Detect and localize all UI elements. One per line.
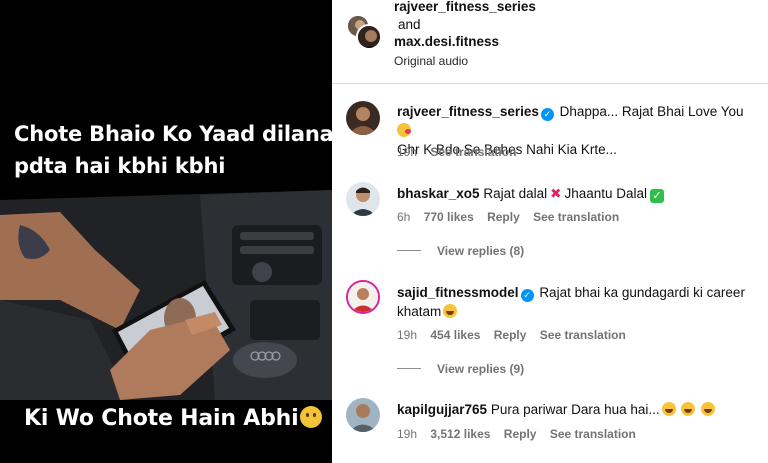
audio-label[interactable]: Original audio — [394, 54, 468, 68]
comment-meta: 19h See translation — [397, 145, 526, 159]
header-connector: and — [398, 17, 421, 32]
avatar[interactable] — [346, 101, 380, 135]
see-translation-button[interactable]: See translation — [533, 210, 619, 224]
comment-username[interactable]: rajveer_fitness_series — [397, 104, 539, 119]
laughing-emoji-icon — [681, 402, 696, 416]
video-caption-bottom: Ki Wo Chote Hain Abhi — [24, 404, 323, 434]
reply-button[interactable]: Reply — [494, 328, 527, 342]
laughing-emoji-icon — [443, 304, 458, 318]
comment-time: 19h — [397, 328, 418, 342]
comment-time: 19h — [397, 145, 418, 159]
comment-likes[interactable]: 3,512 likes — [430, 427, 490, 441]
verified-badge-icon: ✓ — [540, 108, 554, 121]
video-caption-bottom-text: Ki Wo Chote Hain Abhi — [24, 406, 299, 431]
comment-body: kapilgujjar765 Pura pariwar Dara hua hai… — [397, 400, 757, 419]
verified-badge-icon: ✓ — [520, 289, 534, 302]
comment-text-line1: Dhappa... Rajat Bhai Love You — [559, 104, 744, 119]
reply-button[interactable]: Reply — [487, 210, 520, 224]
view-replies-button[interactable]: View replies (8) — [397, 244, 524, 258]
cross-mark-emoji-icon: ✖ — [550, 186, 562, 201]
header-username-2[interactable]: max.desi.fitness — [394, 34, 499, 49]
comment-time: 6h — [397, 210, 411, 224]
see-translation-button[interactable]: See translation — [540, 328, 626, 342]
view-replies-label: View replies (8) — [437, 244, 525, 258]
comment-body: sajid_fitnessmodel ✓ Rajat bhai ka gundag… — [397, 283, 757, 321]
comment-text-b: Jhaantu Dalal — [564, 186, 647, 201]
video-frame-image — [0, 0, 332, 463]
comment-username[interactable]: sajid_fitnessmodel — [397, 285, 519, 300]
comment-text: Pura pariwar Dara hua hai... — [490, 402, 660, 417]
comments-panel: rajveer_fitness_series and max.desi.fitn… — [332, 0, 768, 463]
comment-text-line2: khatam — [397, 304, 442, 319]
comment-meta: 6h 770 likes Reply See translation — [397, 210, 629, 224]
avatar[interactable] — [346, 398, 380, 432]
view-replies-button[interactable]: View replies (9) — [397, 362, 524, 376]
see-translation-button[interactable]: See translation — [430, 145, 516, 159]
avatar[interactable] — [346, 280, 380, 314]
comment-likes[interactable]: 770 likes — [424, 210, 474, 224]
see-translation-button[interactable]: See translation — [550, 427, 636, 441]
check-mark-emoji-icon: ✓ — [650, 189, 664, 203]
comment-meta: 19h 454 likes Reply See translation — [397, 328, 636, 342]
comment-username[interactable]: bhaskar_xo5 — [397, 186, 480, 201]
kiss-emoji-icon — [397, 123, 411, 137]
avatar[interactable] — [356, 24, 382, 50]
post-header: rajveer_fitness_series and max.desi.fitn… — [332, 0, 768, 84]
comment-text-line1: Rajat bhai ka gundagardi ki career — [539, 285, 745, 300]
laughing-emoji-icon — [661, 402, 676, 416]
reply-button[interactable]: Reply — [504, 427, 537, 441]
divider — [397, 368, 421, 369]
divider — [397, 250, 421, 251]
header-username-1[interactable]: rajveer_fitness_series — [394, 0, 536, 14]
comment-meta: 19h 3,512 likes Reply See translation — [397, 427, 646, 441]
comment-username[interactable]: kapilgujjar765 — [397, 402, 487, 417]
comment-text-a: Rajat dalal — [483, 186, 548, 201]
laughing-emoji-icon — [701, 402, 716, 416]
avatar[interactable] — [346, 182, 380, 216]
view-replies-label: View replies (9) — [437, 362, 525, 376]
comment-body: bhaskar_xo5 Rajat dalal ✖ Jhaantu Dalal ✓ — [397, 184, 757, 203]
comment-likes[interactable]: 454 likes — [430, 328, 480, 342]
shushing-face-emoji-icon — [300, 406, 323, 428]
video-caption-top: Chote Bhaio Ko Yaad dilana pdta hai kbhi… — [14, 122, 332, 178]
reel-video[interactable]: Chote Bhaio Ko Yaad dilana pdta hai kbhi… — [0, 0, 332, 463]
comment-time: 19h — [397, 427, 418, 441]
